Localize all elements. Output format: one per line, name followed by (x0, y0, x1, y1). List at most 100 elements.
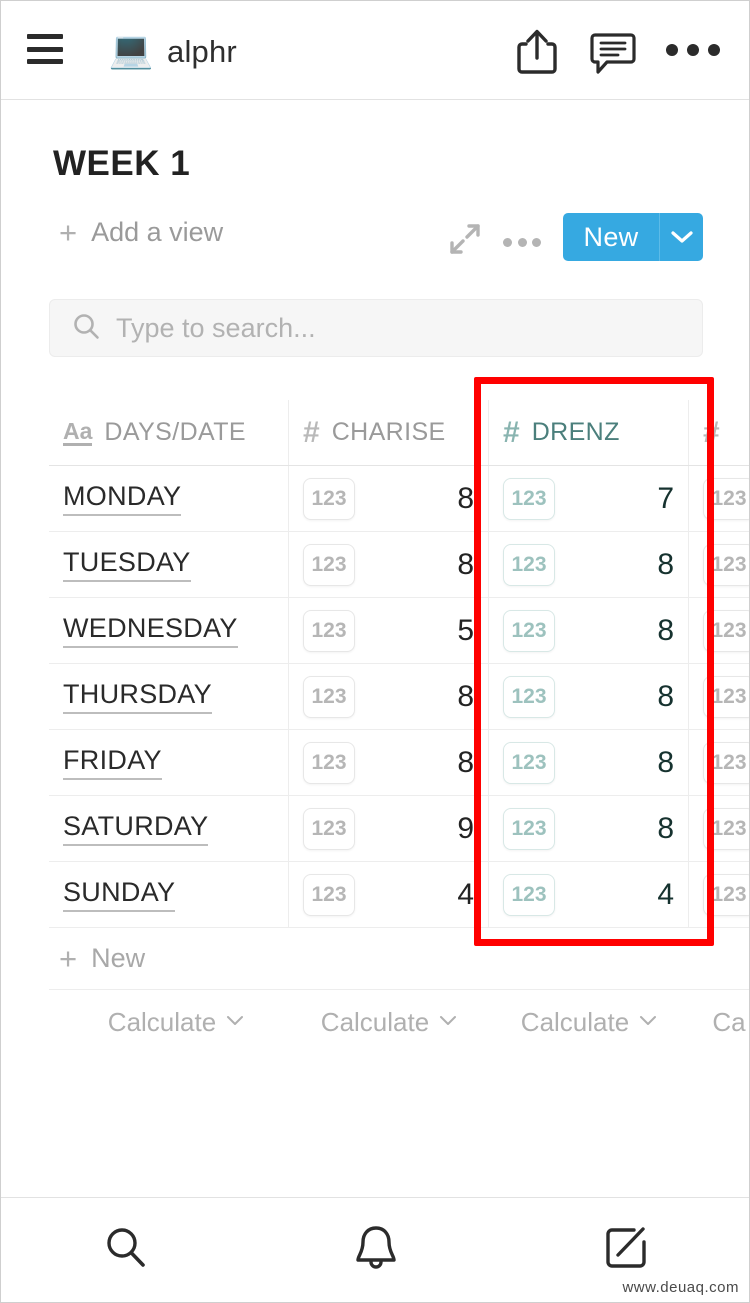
add-view-label: Add a view (91, 217, 223, 248)
view-more-icon[interactable] (503, 238, 541, 247)
day-label[interactable]: FRIDAY (63, 745, 162, 780)
partial-cell[interactable]: 123 (689, 862, 750, 927)
charise-cell[interactable]: 123 9 (289, 796, 489, 861)
day-label[interactable]: TUESDAY (63, 547, 191, 582)
page-title: WEEK 1 (53, 144, 190, 184)
day-label[interactable]: SUNDAY (63, 877, 175, 912)
mobile-screenshot: 💻 alphr WEEK 1 + Add a view (0, 0, 750, 1303)
chevron-down-icon[interactable] (659, 213, 703, 261)
cell-value: 8 (457, 482, 474, 516)
cell-value: 8 (657, 548, 674, 582)
day-cell[interactable]: TUESDAY (49, 532, 289, 597)
add-view-button[interactable]: + Add a view (59, 217, 223, 248)
search-input[interactable]: Type to search... (49, 299, 703, 357)
number-type-icon: # (703, 418, 720, 448)
nav-search-button[interactable] (1, 1225, 251, 1276)
brand-name: alphr (167, 34, 237, 70)
number-badge-icon: 123 (303, 676, 355, 718)
day-label[interactable]: THURSDAY (63, 679, 212, 714)
app-header: 💻 alphr (1, 1, 750, 100)
calculate-days-date[interactable]: Calculate (49, 1007, 289, 1038)
calculate-charise[interactable]: Calculate (289, 1007, 489, 1038)
compose-icon (603, 1225, 649, 1276)
partial-cell[interactable]: 123 (689, 796, 750, 861)
table-footer-row: Calculate Calculate Calculate Ca (49, 990, 750, 1054)
search-icon (72, 312, 100, 345)
cell-value: 4 (457, 878, 474, 912)
column-header-label: DRENZ (532, 418, 620, 447)
column-header-label: DAYS/DATE (104, 418, 246, 447)
charise-cell[interactable]: 123 5 (289, 598, 489, 663)
data-table: Aa DAYS/DATE # CHARISE # DRENZ # MONDAY … (49, 400, 750, 1054)
more-horizontal-icon[interactable] (666, 43, 720, 57)
drenz-cell[interactable]: 123 8 (489, 598, 689, 663)
cell-value: 4 (657, 878, 674, 912)
nav-compose-button[interactable] (501, 1225, 750, 1276)
day-label[interactable]: WEDNESDAY (63, 613, 238, 648)
laptop-emoji-icon: 💻 (105, 29, 157, 71)
number-badge-icon: 123 (303, 544, 355, 586)
search-icon (103, 1225, 149, 1276)
column-header-label: CHARISE (332, 418, 446, 447)
partial-cell[interactable]: 123 (689, 730, 750, 795)
expand-icon[interactable] (449, 223, 481, 255)
number-badge-icon: 123 (303, 478, 355, 520)
number-type-icon: # (303, 418, 320, 448)
drenz-cell[interactable]: 123 8 (489, 532, 689, 597)
drenz-cell[interactable]: 123 8 (489, 664, 689, 729)
partial-cell[interactable]: 123 (689, 532, 750, 597)
charise-cell[interactable]: 123 4 (289, 862, 489, 927)
view-toolbar: + Add a view New (1, 213, 750, 267)
number-badge-icon: 123 (703, 610, 750, 652)
share-icon[interactable] (515, 27, 559, 75)
drenz-cell[interactable]: 123 8 (489, 796, 689, 861)
number-type-icon: # (503, 418, 520, 448)
column-header-charise[interactable]: # CHARISE (289, 400, 489, 465)
partial-cell[interactable]: 123 (689, 598, 750, 663)
new-button[interactable]: New (563, 213, 703, 261)
day-cell[interactable]: FRIDAY (49, 730, 289, 795)
table-row: MONDAY 123 8 123 7 123 (49, 466, 750, 532)
cell-value: 7 (657, 482, 674, 516)
number-badge-icon: 123 (503, 544, 555, 586)
table-row: SUNDAY 123 4 123 4 123 (49, 862, 750, 928)
drenz-cell[interactable]: 123 8 (489, 730, 689, 795)
number-badge-icon: 123 (703, 478, 750, 520)
day-cell[interactable]: THURSDAY (49, 664, 289, 729)
day-cell[interactable]: SATURDAY (49, 796, 289, 861)
drenz-cell[interactable]: 123 7 (489, 466, 689, 531)
nav-notifications-button[interactable] (251, 1224, 501, 1277)
calculate-drenz[interactable]: Calculate (489, 1007, 689, 1038)
cell-value: 8 (657, 614, 674, 648)
number-badge-icon: 123 (703, 676, 750, 718)
column-header-days-date[interactable]: Aa DAYS/DATE (49, 400, 289, 465)
hamburger-menu-icon[interactable] (27, 34, 63, 64)
table-header-row: Aa DAYS/DATE # CHARISE # DRENZ # (49, 400, 750, 466)
charise-cell[interactable]: 123 8 (289, 466, 489, 531)
number-badge-icon: 123 (303, 610, 355, 652)
number-badge-icon: 123 (703, 808, 750, 850)
day-cell[interactable]: WEDNESDAY (49, 598, 289, 663)
partial-cell[interactable]: 123 (689, 466, 750, 531)
add-record-button[interactable]: + New (49, 928, 750, 990)
comment-icon[interactable] (589, 31, 637, 75)
drenz-cell[interactable]: 123 4 (489, 862, 689, 927)
table-row: SATURDAY 123 9 123 8 123 (49, 796, 750, 862)
day-cell[interactable]: SUNDAY (49, 862, 289, 927)
cell-value: 8 (457, 680, 474, 714)
number-badge-icon: 123 (503, 610, 555, 652)
column-header-partial[interactable]: # (689, 400, 750, 465)
day-cell[interactable]: MONDAY (49, 466, 289, 531)
number-badge-icon: 123 (303, 874, 355, 916)
calculate-partial[interactable]: Ca (689, 1007, 750, 1038)
cell-value: 8 (457, 746, 474, 780)
cell-value: 8 (657, 680, 674, 714)
charise-cell[interactable]: 123 8 (289, 532, 489, 597)
day-label[interactable]: SATURDAY (63, 811, 208, 846)
number-badge-icon: 123 (503, 676, 555, 718)
partial-cell[interactable]: 123 (689, 664, 750, 729)
day-label[interactable]: MONDAY (63, 481, 181, 516)
charise-cell[interactable]: 123 8 (289, 730, 489, 795)
charise-cell[interactable]: 123 8 (289, 664, 489, 729)
column-header-drenz[interactable]: # DRENZ (489, 400, 689, 465)
